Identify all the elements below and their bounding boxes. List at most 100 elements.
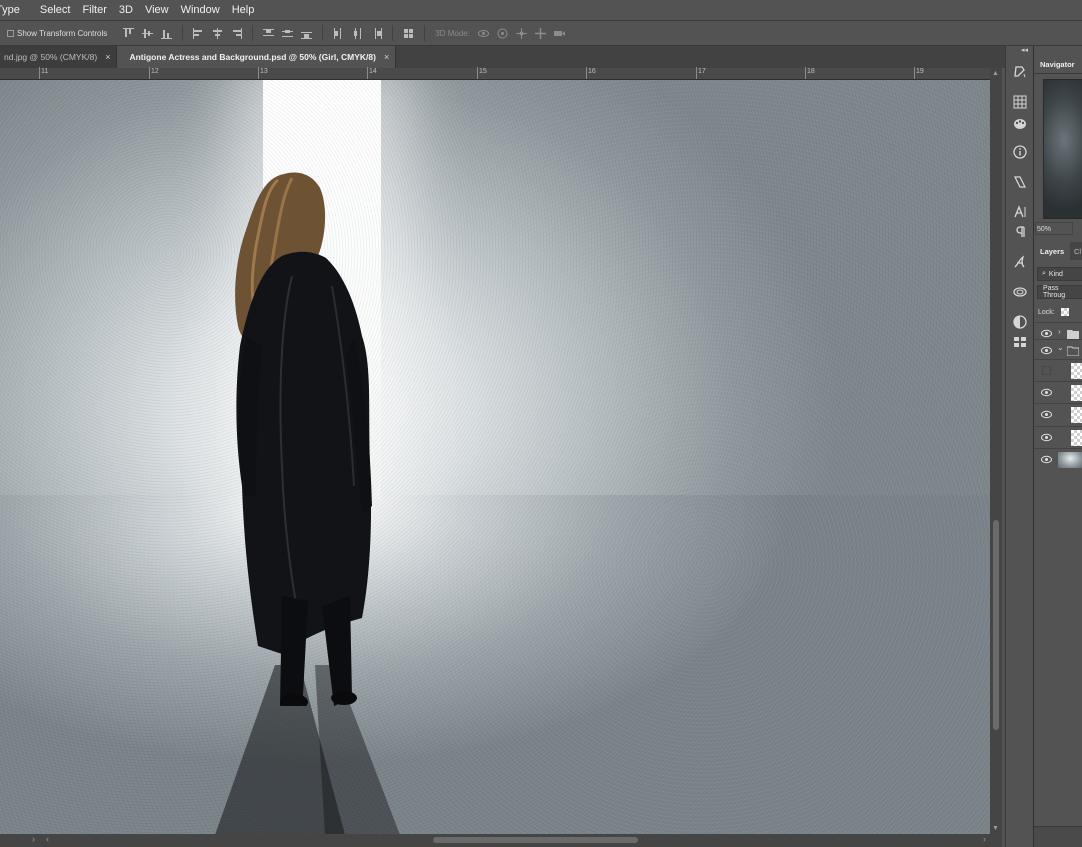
distribute-right-icon[interactable] <box>370 27 383 40</box>
show-transform-label: Show Transform Controls <box>17 28 108 38</box>
3d-orbit-icon[interactable] <box>477 27 490 40</box>
scroll-right-icon[interactable]: › <box>983 834 986 844</box>
channels-panel-tab[interactable]: Cl <box>1070 242 1082 260</box>
vertical-scrollbar[interactable]: ▲ ▼ <box>990 68 1002 834</box>
panel-footer <box>1034 826 1082 847</box>
ruler-tick-label: 12 <box>151 68 159 75</box>
separator <box>424 25 426 41</box>
menu-select[interactable]: Select <box>40 4 79 16</box>
layer-row[interactable] <box>1034 381 1082 403</box>
lock-row: Lock: <box>1038 308 1069 316</box>
timeline-expand-icon[interactable]: › <box>32 834 35 844</box>
layers-title: Layers <box>1040 246 1065 256</box>
lock-label: Lock: <box>1038 308 1055 316</box>
layer-filter-kind[interactable]: ⌕ Kind <box>1037 267 1082 281</box>
visibility-eye-icon[interactable] <box>1041 433 1052 442</box>
swatches-icon[interactable] <box>1012 94 1028 110</box>
chevron-right-icon[interactable]: › <box>1058 327 1061 336</box>
separator <box>322 25 324 41</box>
separator <box>182 25 184 41</box>
adjustments-icon[interactable] <box>1012 314 1028 330</box>
visibility-eye-icon[interactable] <box>1041 329 1052 338</box>
libraries-icon[interactable] <box>1012 284 1028 300</box>
history-icon[interactable] <box>1012 64 1028 80</box>
navigator-preview[interactable] <box>1043 79 1082 219</box>
visibility-eye-icon[interactable] <box>1041 346 1052 355</box>
panel-icon-strip: ◂◂ <box>1005 46 1032 847</box>
collapse-panels-icon[interactable]: ◂◂ <box>1021 46 1028 54</box>
navigator-panel-tab[interactable]: Navigator <box>1034 56 1082 74</box>
distribute-horizontal-center-icon[interactable] <box>351 27 364 40</box>
channels-title: Cl <box>1074 246 1082 256</box>
visibility-off-box[interactable] <box>1042 366 1051 375</box>
horizontal-scrollbar[interactable]: › ‹ › <box>0 834 1002 847</box>
color-palette-icon[interactable] <box>1012 116 1028 132</box>
menu-3d[interactable]: 3D <box>119 4 141 16</box>
lock-transparency-icon[interactable] <box>1060 308 1069 316</box>
menu-window[interactable]: Window <box>181 4 228 16</box>
menu-view[interactable]: View <box>145 4 177 16</box>
separator <box>252 25 254 41</box>
distribute-left-icon[interactable] <box>332 27 345 40</box>
close-icon[interactable]: × <box>384 52 389 62</box>
layers-panel-tab[interactable]: Layers <box>1034 242 1072 260</box>
scroll-down-icon[interactable]: ▼ <box>992 825 999 832</box>
horizontal-scroll-thumb[interactable] <box>433 837 638 843</box>
ruler-tick-label: 18 <box>807 68 815 75</box>
layer-row[interactable] <box>1034 448 1082 470</box>
filter-kind-label: Kind <box>1048 270 1063 278</box>
glyphs-icon[interactable] <box>1012 254 1028 270</box>
distribute-bottom-icon[interactable] <box>300 27 313 40</box>
visibility-eye-icon[interactable] <box>1041 455 1052 464</box>
zoom-value: 50% <box>1037 226 1052 233</box>
blend-mode-select[interactable]: Pass Throug <box>1037 285 1082 299</box>
3d-pan-icon[interactable] <box>515 27 528 40</box>
layer-row[interactable] <box>1034 403 1082 425</box>
scroll-left-icon[interactable]: ‹ <box>46 834 49 844</box>
vertical-scroll-thumb[interactable] <box>993 520 999 730</box>
menu-type[interactable]: Type <box>0 4 28 16</box>
folder-open-icon <box>1067 346 1079 356</box>
concrete-texture <box>0 80 990 834</box>
chevron-down-icon[interactable]: ⌄ <box>1057 343 1064 352</box>
align-bottom-icon[interactable] <box>160 27 173 40</box>
align-vertical-center-icon[interactable] <box>141 27 154 40</box>
layer-row[interactable] <box>1034 359 1082 381</box>
menu-filter[interactable]: Filter <box>82 4 114 16</box>
horizontal-ruler[interactable]: 11 12 13 14 15 16 17 18 19 <box>0 67 990 80</box>
info-icon[interactable] <box>1012 144 1028 160</box>
distribute-vertical-center-icon[interactable] <box>281 27 294 40</box>
tab-document-1[interactable]: nd.jpg @ 50% (CMYK/8) × <box>0 46 118 68</box>
align-top-icon[interactable] <box>122 27 135 40</box>
auto-align-layers-icon[interactable] <box>402 27 415 40</box>
tab-document-active[interactable]: Antigone Actress and Background.psd @ 50… <box>117 46 397 68</box>
ruler-major-tick <box>805 67 806 79</box>
layer-row[interactable] <box>1034 426 1082 448</box>
show-transform-checkbox[interactable] <box>7 29 14 37</box>
ruler-major-tick <box>258 67 259 79</box>
ruler-major-tick <box>696 67 697 79</box>
3d-slide-icon[interactable] <box>534 27 547 40</box>
scroll-up-icon[interactable]: ▲ <box>992 70 999 77</box>
align-horizontal-center-icon[interactable] <box>211 27 224 40</box>
align-right-icon[interactable] <box>230 27 243 40</box>
visibility-eye-icon[interactable] <box>1041 388 1052 397</box>
ruler-tick-label: 16 <box>588 68 596 75</box>
3d-roll-icon[interactable] <box>496 27 509 40</box>
properties-icon[interactable] <box>1012 334 1028 350</box>
menu-help[interactable]: Help <box>232 4 263 16</box>
distribute-top-icon[interactable] <box>262 27 275 40</box>
document-canvas[interactable] <box>0 80 990 834</box>
visibility-eye-icon[interactable] <box>1041 410 1052 419</box>
3d-scale-video-icon[interactable] <box>553 27 566 40</box>
align-left-icon[interactable] <box>192 27 205 40</box>
brush-settings-icon[interactable] <box>1012 174 1028 190</box>
ruler-tick-label: 17 <box>698 68 706 75</box>
blend-mode-value: Pass Throug <box>1043 285 1066 299</box>
layer-thumbnail <box>1071 363 1082 379</box>
close-icon[interactable]: × <box>105 52 110 62</box>
separator <box>392 25 394 41</box>
paragraph-icon[interactable] <box>1012 224 1028 240</box>
layer-row[interactable]: ⌄ <box>1034 339 1082 361</box>
character-icon[interactable] <box>1012 204 1028 220</box>
